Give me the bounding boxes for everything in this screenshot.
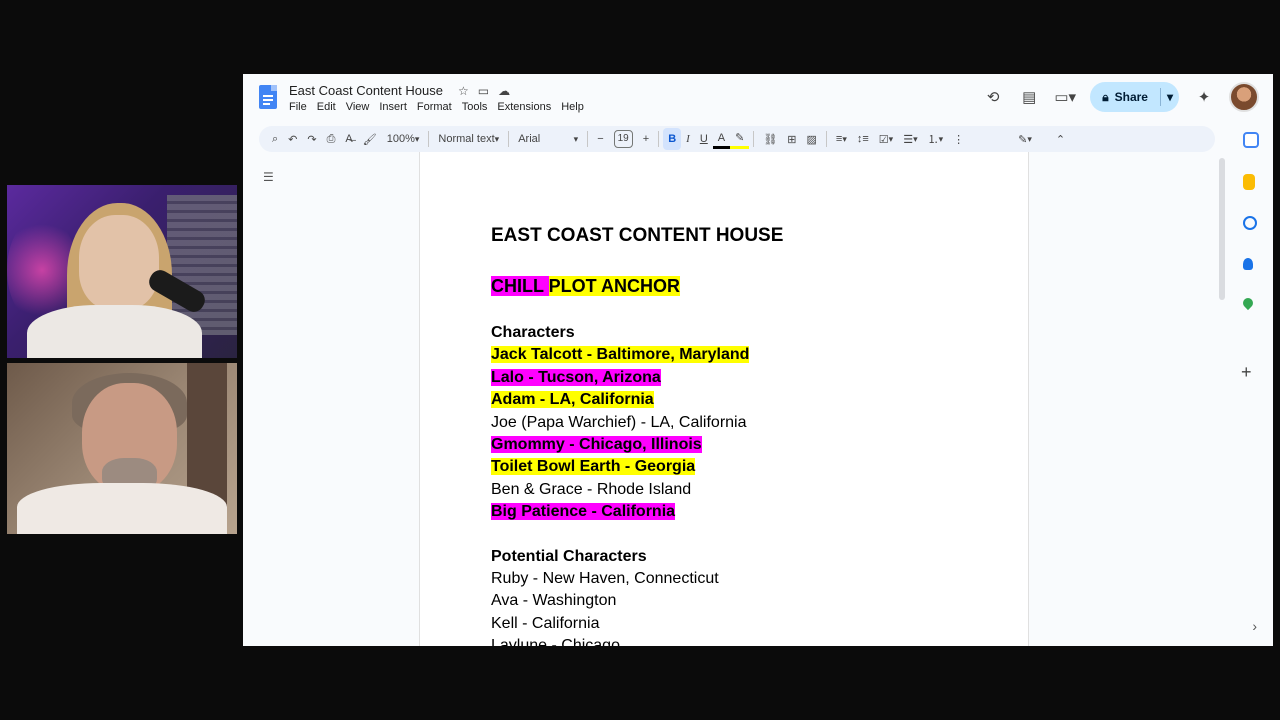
plot-anchor-line: CHILL PLOT ANCHOR [491, 272, 783, 300]
header-actions: ⟲ ▤ ▭▾ 🔒︎ Share ▾ ✦ [982, 82, 1273, 112]
document-heading: EAST COAST CONTENT HOUSE [491, 225, 784, 246]
tasks-icon[interactable] [1243, 216, 1257, 230]
zoom-select[interactable]: 100% [382, 128, 425, 150]
document-outline-icon[interactable]: ☰ [263, 170, 274, 184]
menu-help[interactable]: Help [561, 101, 584, 113]
keep-icon[interactable] [1243, 174, 1255, 190]
editing-mode-icon[interactable]: ✎ [1013, 128, 1037, 150]
underline-button[interactable]: U [695, 128, 713, 150]
potential-character-line: Ruby - New Haven, Connecticut [491, 569, 719, 587]
anchor-plot: PLOT ANCHOR [548, 276, 680, 296]
share-label: Share [1114, 90, 1148, 104]
insert-link-icon[interactable]: ⛓ [758, 128, 782, 150]
lock-icon: 🔒︎ [1102, 89, 1109, 104]
character-line: Lalo - Tucson, Arizona [491, 368, 661, 386]
checklist-icon[interactable]: ☑ [874, 128, 898, 150]
font-size-field-wrap: 19 [609, 128, 638, 150]
webcam-participant-2 [7, 363, 237, 534]
highlight-color-button[interactable]: ✎ [730, 130, 750, 149]
document-body: EAST COAST CONTENT HOUSE CHILL PLOT ANCH… [491, 222, 783, 646]
vertical-scrollbar[interactable] [1219, 158, 1225, 300]
formatting-toolbar: ⌕ ↶ ↷ ⎙ A̶ 🖌︎ 100% Normal text Arial − 1… [259, 126, 1215, 152]
style-select[interactable]: Normal text [433, 128, 504, 150]
characters-heading: Characters [491, 324, 575, 341]
character-line: Adam - LA, California [491, 391, 654, 409]
undo-icon[interactable]: ↶ [283, 128, 302, 150]
character-line: Toilet Bowl Earth - Georgia [491, 458, 696, 476]
gemini-icon[interactable]: ✦ [1193, 88, 1215, 106]
potential-character-line: Ava - Washington [491, 592, 617, 610]
toolbar-divider [587, 131, 589, 147]
menu-insert[interactable]: Insert [379, 101, 407, 113]
toolbar-divider [658, 131, 660, 147]
potential-character-line: Kell - California [491, 614, 600, 632]
title-actions: ☆ ▭ ☁ [458, 84, 510, 98]
character-line: Jack Talcott - Baltimore, Maryland [491, 346, 750, 364]
participant-shirt [17, 483, 227, 534]
align-icon[interactable]: ≡ [831, 128, 852, 150]
toolbar-divider [508, 131, 510, 147]
increase-font-size-button[interactable]: + [638, 128, 654, 150]
add-addon-icon[interactable]: + [1241, 362, 1252, 383]
insert-image-icon[interactable]: ▨ [802, 128, 822, 150]
anchor-chill: CHILL [491, 276, 549, 296]
redo-icon[interactable]: ↷ [302, 128, 321, 150]
cloud-saved-icon[interactable]: ☁ [498, 84, 510, 98]
add-comment-icon[interactable]: ⊞ [782, 128, 801, 150]
character-line: Joe (Papa Warchief) - LA, California [491, 413, 747, 431]
document-page[interactable]: EAST COAST CONTENT HOUSE CHILL PLOT ANCH… [419, 152, 1029, 646]
text-color-button[interactable]: A [712, 130, 731, 149]
share-button[interactable]: 🔒︎ Share ▾ [1090, 82, 1179, 112]
hide-menus-icon[interactable]: ⌃ [1051, 128, 1070, 150]
more-options-icon[interactable]: ⋮ [948, 128, 969, 150]
toolbar-divider [825, 131, 827, 147]
font-size-field[interactable]: 19 [613, 130, 633, 148]
menu-edit[interactable]: Edit [317, 101, 336, 113]
menu-bar: File Edit View Insert Format Tools Exten… [289, 101, 584, 113]
docs-logo-icon[interactable] [259, 85, 277, 109]
bold-button[interactable]: B [663, 128, 682, 150]
version-history-icon[interactable]: ⟲ [982, 88, 1004, 106]
avatar[interactable] [1229, 82, 1259, 112]
participant-face [79, 215, 159, 310]
contacts-icon[interactable] [1243, 258, 1253, 270]
maps-icon[interactable] [1240, 295, 1256, 311]
character-line: Ben & Grace - Rhode Island [491, 480, 692, 498]
decrease-font-size-button[interactable]: − [592, 128, 608, 150]
meet-icon[interactable]: ▭▾ [1054, 88, 1076, 106]
menu-format[interactable]: Format [417, 101, 452, 113]
spellcheck-icon[interactable]: A̶ [340, 128, 357, 150]
character-line: Gmommy - Chicago, Illinois [491, 435, 702, 453]
chevron-right-icon[interactable]: › [1252, 618, 1257, 634]
document-title[interactable]: East Coast Content House [289, 83, 443, 98]
potential-character-line: Laylune - Chicago [491, 637, 620, 646]
bulleted-list-icon[interactable]: ☰ [898, 128, 922, 150]
print-icon[interactable]: ⎙ [322, 128, 341, 150]
share-divider [1159, 88, 1161, 106]
search-menus-icon[interactable]: ⌕ [267, 128, 283, 150]
participant-sweater [27, 305, 202, 358]
font-select[interactable]: Arial [513, 128, 583, 150]
docs-header: East Coast Content House ☆ ▭ ☁ File Edit… [243, 74, 1273, 124]
menu-extensions[interactable]: Extensions [497, 101, 551, 113]
toolbar-divider [753, 131, 755, 147]
calendar-icon[interactable] [1243, 132, 1259, 148]
webcam-participant-1 [7, 185, 237, 358]
toolbar-divider [428, 131, 430, 147]
character-line: Big Patience - California [491, 503, 676, 521]
star-icon[interactable]: ☆ [458, 84, 469, 98]
paint-format-icon[interactable]: 🖌︎ [358, 128, 382, 150]
comments-icon[interactable]: ▤ [1018, 88, 1040, 106]
side-panel: + [1231, 124, 1273, 646]
menu-tools[interactable]: Tools [462, 101, 488, 113]
potential-characters-heading: Potential Characters [491, 547, 647, 565]
docs-window: East Coast Content House ☆ ▭ ☁ File Edit… [243, 74, 1273, 646]
menu-file[interactable]: File [289, 101, 307, 113]
share-dropdown-icon[interactable]: ▾ [1167, 90, 1173, 104]
move-folder-icon[interactable]: ▭ [478, 84, 489, 98]
numbered-list-icon[interactable]: ⒈ [923, 128, 949, 150]
menu-view[interactable]: View [346, 101, 370, 113]
italic-button[interactable]: I [681, 128, 695, 150]
line-spacing-icon[interactable]: ↕≡ [852, 128, 874, 150]
